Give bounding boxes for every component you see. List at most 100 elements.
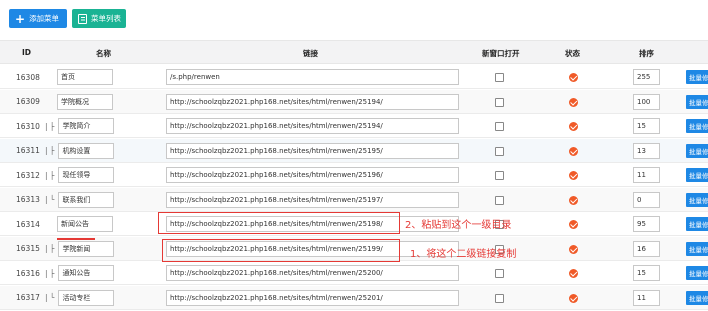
row-id: 16312 xyxy=(16,170,40,180)
menu-list-button[interactable]: 菜单列表 xyxy=(72,9,126,28)
status-check-icon[interactable] xyxy=(569,220,578,229)
batch-edit-button[interactable]: 批量修改 xyxy=(686,266,708,280)
row-id: 16316 xyxy=(16,268,40,278)
sort-order-input[interactable]: 11 xyxy=(633,289,660,306)
menu-list-label: 菜单列表 xyxy=(91,14,121,23)
row-name-cell: | ├ 机构设置 xyxy=(45,139,115,163)
tree-branch-icon: | └ xyxy=(45,293,55,302)
header-sort: 排序 xyxy=(639,49,654,58)
annotation-step1: 1、将这个二级链接复制 xyxy=(410,249,517,260)
batch-edit-button[interactable]: 批量修改 xyxy=(686,119,708,133)
status-check-icon[interactable] xyxy=(569,293,578,303)
batch-edit-button[interactable]: 批量修改 xyxy=(686,70,708,84)
table-row: 16308 首页/s.php/renwen 255 批量修改 xyxy=(0,65,708,89)
sort-order-input[interactable]: 16 xyxy=(633,240,660,257)
menu-link-input[interactable]: http://schoolzqbz2021.php168.net/sites/h… xyxy=(166,142,459,159)
status-check-icon[interactable] xyxy=(569,122,578,131)
batch-edit-button[interactable]: 批量修改 xyxy=(686,290,708,305)
new-window-checkbox[interactable] xyxy=(495,171,504,180)
row-name-cell: | ├ 学院新闻 xyxy=(45,237,115,261)
menu-link-input[interactable]: http://schoolzqbz2021.php168.net/sites/h… xyxy=(166,167,459,183)
new-window-checkbox[interactable] xyxy=(495,293,504,303)
status-check-icon[interactable] xyxy=(569,195,578,205)
new-window-checkbox[interactable] xyxy=(495,146,504,156)
new-window-checkbox[interactable] xyxy=(495,97,504,107)
plus-icon: + xyxy=(15,11,26,26)
row-id: 16308 xyxy=(16,72,40,82)
header-id: ID xyxy=(22,48,32,57)
sort-order-input[interactable]: 15 xyxy=(633,265,660,281)
status-check-icon[interactable] xyxy=(569,171,578,180)
menu-link-input[interactable]: /s.php/renwen xyxy=(166,69,459,85)
annotation-step2: 2、粘贴到这个一级目录 xyxy=(405,220,512,231)
batch-edit-button[interactable]: 批量修改 xyxy=(686,94,708,109)
menu-link-input[interactable]: http://schoolzqbz2021.php168.net/sites/h… xyxy=(166,93,459,110)
menu-name-input[interactable]: 通知公告 xyxy=(58,265,115,281)
tree-branch-icon: | ├ xyxy=(45,244,55,253)
menu-name-input[interactable]: 联系我们 xyxy=(58,191,115,208)
tree-branch-icon: | └ xyxy=(45,195,55,204)
row-id: 16314 xyxy=(16,219,40,229)
list-icon xyxy=(78,13,87,24)
table-row: 16309 学院概况 http://schoolzqbz2021.php168.ne… xyxy=(0,89,708,114)
batch-edit-button[interactable]: 批量修改 xyxy=(686,217,708,231)
menu-name-input[interactable]: 首页 xyxy=(57,69,113,85)
row-name-cell: 新闻公告 xyxy=(45,212,113,236)
tree-branch-icon: | ├ xyxy=(45,268,55,278)
row-name-cell: | ├ 现任领导 xyxy=(45,163,115,187)
menu-name-input[interactable]: 活动专栏 xyxy=(58,289,115,306)
status-check-icon[interactable] xyxy=(569,146,578,156)
menu-name-input[interactable]: 机构设置 xyxy=(58,142,115,159)
status-check-icon[interactable] xyxy=(569,73,578,82)
sort-order-input[interactable]: 100 xyxy=(633,93,660,110)
batch-edit-button[interactable]: 批量修改 xyxy=(686,168,708,182)
sort-order-input[interactable]: 255 xyxy=(633,69,660,85)
row-name-cell: 学院概况 xyxy=(45,90,113,114)
new-window-checkbox[interactable] xyxy=(495,73,504,82)
tree-branch-icon: | ├ xyxy=(45,146,55,155)
row-id: 16310 xyxy=(16,121,40,131)
header-link: 链接 xyxy=(303,49,318,58)
sort-order-input[interactable]: 0 xyxy=(633,191,660,208)
row-id: 16315 xyxy=(16,244,40,253)
sort-order-input[interactable]: 11 xyxy=(633,167,660,183)
row-name-cell: | └ 联系我们 xyxy=(45,188,115,212)
new-window-checkbox[interactable] xyxy=(495,269,504,278)
status-check-icon[interactable] xyxy=(569,269,578,278)
menu-name-input[interactable]: 现任领导 xyxy=(58,167,115,183)
toolbar: + 添加菜单 菜单列表 xyxy=(0,0,708,37)
table-row: 16317 | └ 活动专栏 http://schoolzqbz2021.php168… xyxy=(0,285,708,310)
status-check-icon[interactable] xyxy=(569,244,578,254)
sort-order-input[interactable]: 13 xyxy=(633,142,660,159)
header-status: 状态 xyxy=(565,49,580,58)
table-row: 16316 | ├ 通知公告 http://schoolzqbz2021.php168… xyxy=(0,261,708,285)
add-menu-button[interactable]: + 添加菜单 xyxy=(9,9,67,28)
row-id: 16317 xyxy=(16,293,40,302)
sort-order-input[interactable]: 95 xyxy=(633,216,660,232)
menu-link-input[interactable]: http://schoolzqbz2021.php168.net/sites/h… xyxy=(166,289,459,306)
table-row: 16310 | ├ 学院简介 http://schoolzqbz2021.php168… xyxy=(0,114,708,138)
name-underline-mark xyxy=(57,238,95,240)
menu-link-input[interactable]: http://schoolzqbz2021.php168.net/sites/h… xyxy=(166,191,459,208)
menu-name-input[interactable]: 学院概况 xyxy=(57,93,113,110)
sort-order-input[interactable]: 15 xyxy=(633,118,660,134)
new-window-checkbox[interactable] xyxy=(495,195,504,205)
menu-name-input[interactable]: 新闻公告 xyxy=(57,216,113,232)
highlight-box-second-level xyxy=(162,239,400,262)
menu-name-input[interactable]: 学院新闻 xyxy=(58,240,115,257)
menu-link-input[interactable]: http://schoolzqbz2021.php168.net/sites/h… xyxy=(166,265,459,281)
batch-edit-button[interactable]: 批量修改 xyxy=(686,192,708,207)
highlight-box-first-level xyxy=(158,212,400,234)
row-id: 16313 xyxy=(16,195,40,204)
row-name-cell: 首页 xyxy=(45,65,113,89)
add-menu-label: 添加菜单 xyxy=(29,14,60,23)
batch-edit-button[interactable]: 批量修改 xyxy=(686,143,708,158)
row-name-cell: | └ 活动专栏 xyxy=(45,286,115,310)
tree-branch-icon: | ├ xyxy=(45,170,55,180)
status-check-icon[interactable] xyxy=(569,97,578,107)
new-window-checkbox[interactable] xyxy=(495,122,504,131)
menu-link-input[interactable]: http://schoolzqbz2021.php168.net/sites/h… xyxy=(166,118,459,134)
batch-edit-button[interactable]: 批量修改 xyxy=(686,241,708,256)
header-name: 名称 xyxy=(96,49,111,58)
menu-name-input[interactable]: 学院简介 xyxy=(58,118,115,134)
